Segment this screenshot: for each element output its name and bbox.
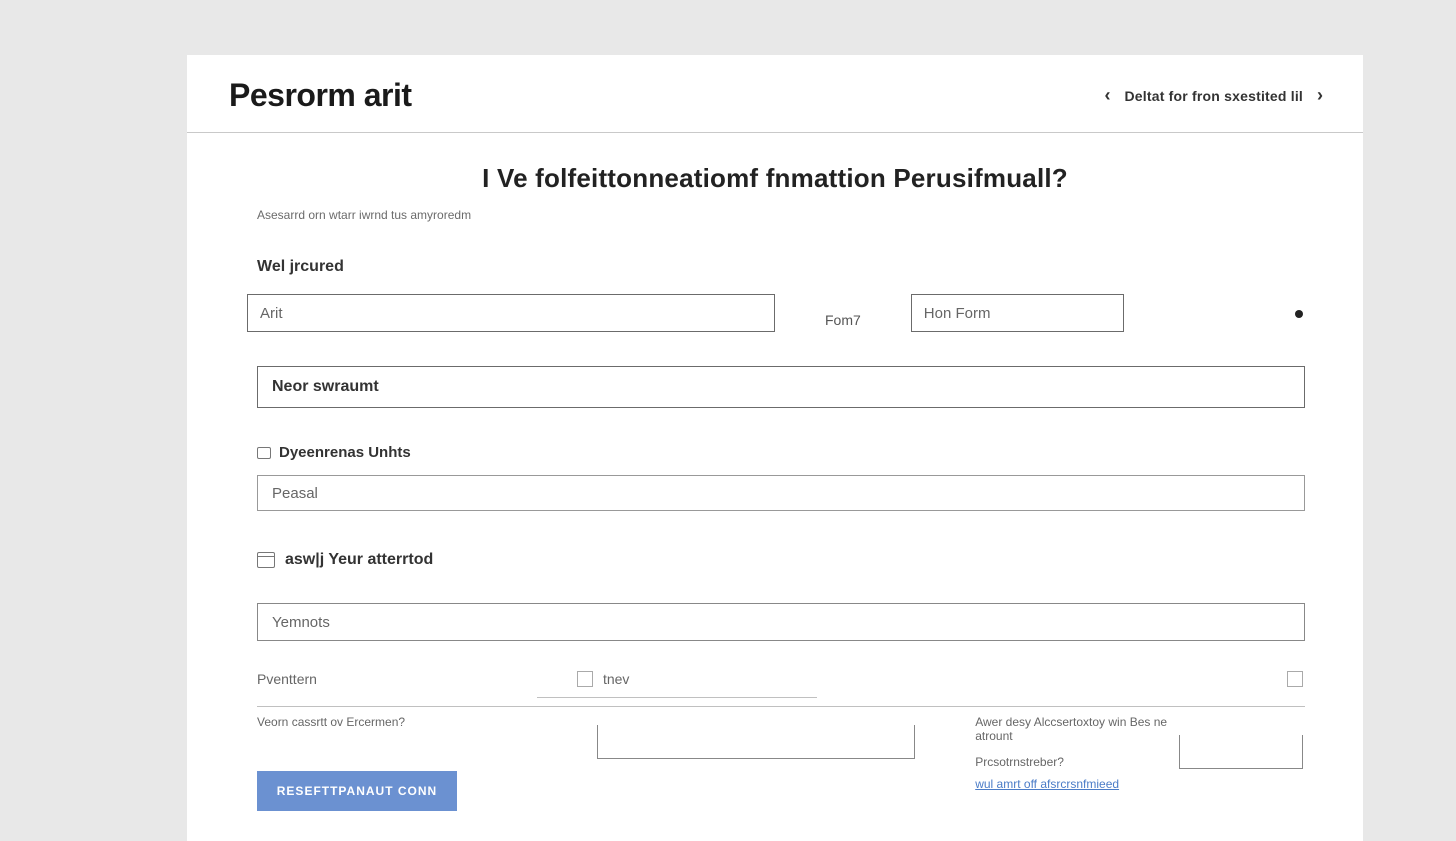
input-bottom-right[interactable] [1179, 735, 1303, 769]
check-left-label: Pventtern [257, 671, 317, 687]
pager-label: Deltat for fron sxestited lil [1125, 88, 1304, 104]
input-main[interactable] [247, 294, 775, 332]
row-checks: Pventtern tnev [257, 671, 1303, 687]
bottom-link[interactable]: wul amrt off afsrcrsnfmieed [975, 777, 1303, 791]
chevron-right-icon[interactable]: › [1313, 83, 1327, 108]
pager: ‹ Deltat for fron sxestited lil › [1101, 83, 1328, 108]
chevron-left-icon[interactable]: ‹ [1101, 83, 1115, 108]
header: Pesrorm arit ‹ Deltat for fron sxestited… [187, 55, 1363, 133]
input-users[interactable] [257, 475, 1305, 511]
check-mid-label: tnev [603, 671, 629, 687]
bottom-question-right2: Prcsotrnstreber? [975, 755, 1178, 769]
input-yemnots[interactable] [257, 603, 1305, 641]
divider-mid [537, 697, 817, 698]
checkbox-mid[interactable] [577, 671, 593, 687]
form-window: Pesrorm arit ‹ Deltat for fron sxestited… [187, 55, 1363, 841]
check-right[interactable] [1287, 671, 1303, 687]
field-main: Wel jrcured [247, 258, 775, 332]
content-area: I Ve folfeittonneatiomf fnmattion Perusi… [187, 133, 1363, 841]
label-main: Wel jrcured [257, 258, 775, 276]
calendar-icon[interactable] [257, 552, 275, 568]
divider-full [257, 706, 1305, 707]
label-form: Fom7 [825, 312, 861, 328]
bottom-right: Awer desy Alccsertoxtoy win Bes ne atrou… [975, 715, 1303, 791]
form-subtext: Asesarrd orn wtarr iwrnd tus amyroredm [257, 208, 1303, 222]
input-form[interactable] [911, 294, 1124, 332]
field-form: Fom7 [825, 312, 861, 332]
label-year-text: asw|j Yeur atterrtod [285, 551, 433, 569]
input-neor[interactable] [257, 366, 1305, 408]
label-users-text: Dyeenrenas Unhts [279, 444, 411, 461]
submit-button[interactable]: RESEFTTPANAUT CONN [257, 771, 457, 811]
label-year: asw|j Yeur atterrtod [257, 551, 1303, 569]
check-left: Pventtern [257, 671, 317, 687]
checkbox-right[interactable] [1287, 671, 1303, 687]
label-users: Dyeenrenas Unhts [257, 444, 1303, 461]
bottom-question-right1: Awer desy Alccsertoxtoy win Bes ne atrou… [975, 715, 1178, 743]
bullet-indicator [1295, 310, 1303, 318]
input-bottom-mid[interactable] [597, 725, 915, 759]
page-title: Pesrorm arit [229, 77, 412, 114]
bottom-left: Veorn cassrtt ov Ercermen? RESEFTTPANAUT… [257, 715, 457, 811]
check-mid[interactable]: tnev [577, 671, 629, 687]
bottom-question-left: Veorn cassrtt ov Ercermen? [257, 715, 457, 729]
form-heading: I Ve folfeittonneatiomf fnmattion Perusi… [367, 163, 1183, 194]
field-form-input [911, 294, 1124, 332]
row-name-form: Wel jrcured Fom7 [247, 258, 1303, 332]
checkbox-icon[interactable] [257, 447, 271, 459]
bottom-row: Veorn cassrtt ov Ercermen? RESEFTTPANAUT… [257, 715, 1303, 811]
